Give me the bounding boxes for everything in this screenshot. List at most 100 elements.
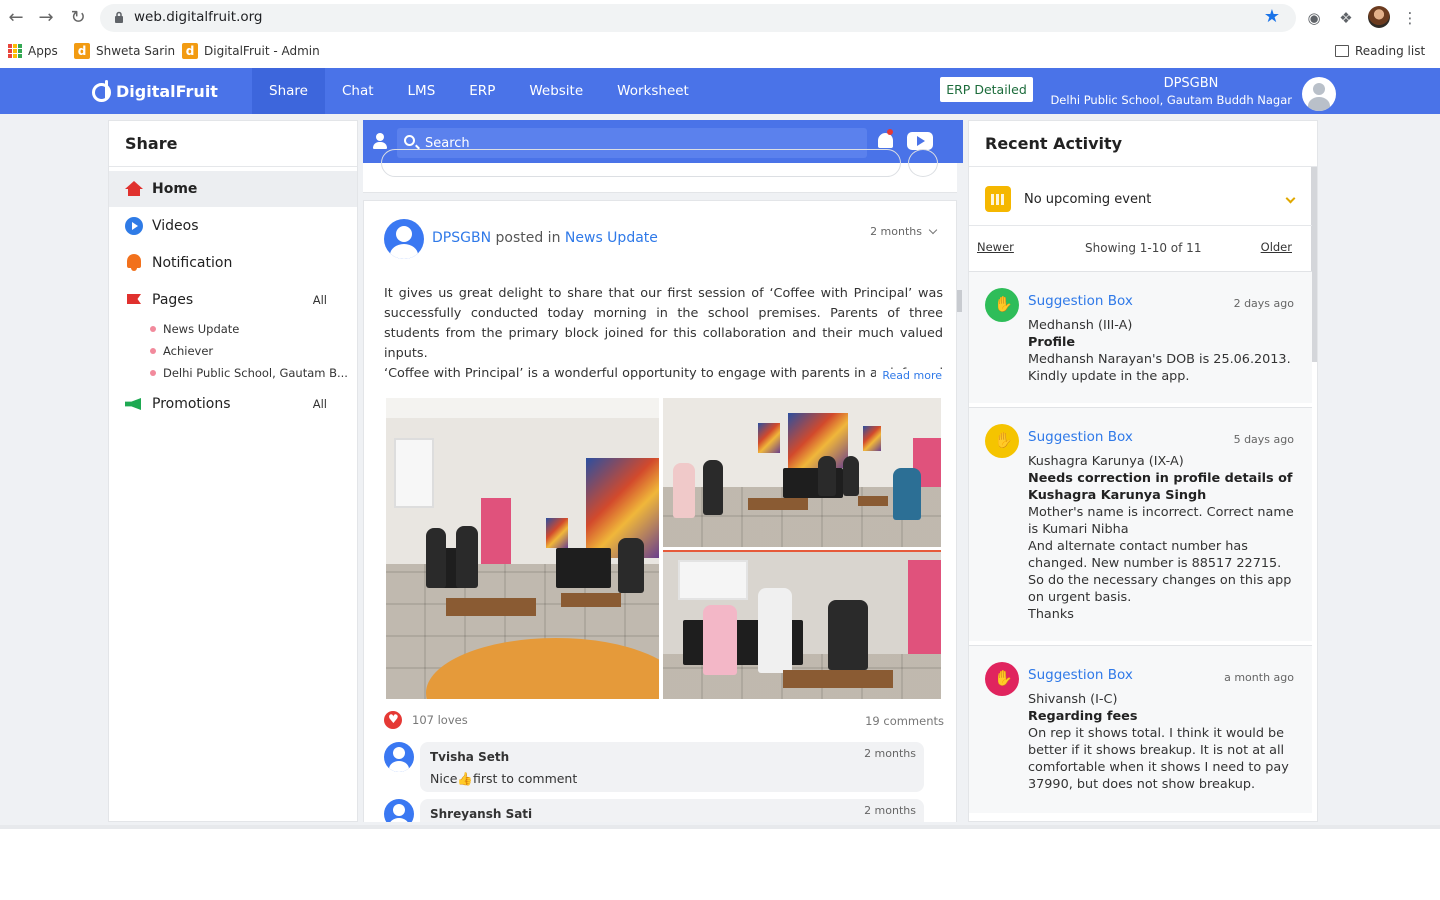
activity-message: On rep it shows total. I think it would … — [1028, 726, 1289, 792]
nav-chat[interactable]: Chat — [325, 68, 391, 114]
activity-from: Shivansh (I-C) — [1028, 692, 1118, 707]
home-icon — [125, 180, 143, 198]
bookmark-label: Apps — [28, 44, 58, 58]
nav-website[interactable]: Website — [512, 68, 600, 114]
pages-all-link[interactable]: All — [313, 293, 327, 307]
post-page-link[interactable]: News Update — [565, 230, 658, 246]
activity-subject: Profile — [1028, 335, 1076, 350]
sub-page-news-update[interactable]: News Update — [150, 318, 357, 340]
compose-box[interactable] — [363, 149, 957, 193]
activity-item[interactable]: Suggestion Box 2 days ago Medhansh (III-… — [969, 271, 1312, 403]
feed-column: Search DPSGBN posted in News Update 2 mo… — [363, 120, 963, 822]
activity-body: Kushagra Karunya (IX-A) Needs correction… — [1028, 453, 1298, 623]
upcoming-event-row[interactable]: No upcoming event — [969, 168, 1312, 226]
profile-icon[interactable] — [373, 133, 387, 149]
promotions-all-link[interactable]: All — [313, 397, 327, 411]
commenter-name[interactable]: Shreyansh Sati — [430, 807, 532, 821]
nav-worksheet[interactable]: Worksheet — [600, 68, 706, 114]
brand-logo[interactable]: DigitalFruit — [92, 78, 218, 104]
sub-page-label: Delhi Public School, Gautam B... — [163, 366, 348, 380]
post-photo[interactable] — [663, 398, 941, 547]
commenter-avatar[interactable] — [384, 742, 414, 772]
post-author[interactable]: DPSGBN — [432, 230, 491, 246]
comment-item: Shreyansh Sati 2 months — [384, 799, 924, 822]
chevron-down-icon — [928, 225, 938, 235]
post-time[interactable]: 2 months — [870, 225, 938, 238]
reading-list[interactable]: Reading list — [1335, 41, 1425, 61]
sub-page-school[interactable]: Delhi Public School, Gautam B... — [150, 362, 357, 384]
sidebar-item-label: Pages — [152, 292, 194, 308]
post-author-avatar[interactable] — [384, 219, 424, 259]
comments-count[interactable]: 19 comments — [865, 714, 944, 728]
activity-type[interactable]: Suggestion Box — [1028, 293, 1133, 309]
read-more-link[interactable]: Read more — [876, 369, 942, 382]
post-posted-in: posted in — [495, 230, 561, 246]
profile-avatar[interactable] — [1368, 6, 1390, 28]
url-text: web.digitalfruit.org — [134, 9, 263, 25]
loves-count[interactable]: 107 loves — [412, 713, 468, 727]
school-info: DPSGBN Delhi Public School, Gautam Buddh… — [1050, 76, 1292, 107]
nav-erp[interactable]: ERP — [452, 68, 512, 114]
sub-page-label: Achiever — [163, 344, 214, 358]
school-code: DPSGBN — [1163, 76, 1219, 91]
feed-scrollbar[interactable] — [957, 290, 962, 312]
calendar-icon — [985, 186, 1011, 212]
sidebar-item-promotions[interactable]: Promotions All — [109, 386, 357, 422]
menu-icon[interactable]: ⋮ — [1398, 6, 1422, 30]
sub-page-label: News Update — [163, 322, 240, 336]
chevron-down-icon[interactable] — [1285, 193, 1296, 204]
bookmark-label: DigitalFruit - Admin — [204, 44, 320, 58]
bullet-icon — [150, 370, 156, 376]
commenter-name[interactable]: Tvisha Seth — [430, 750, 509, 764]
activity-item[interactable]: Suggestion Box 5 days ago Kushagra Karun… — [969, 407, 1312, 641]
nav-lms[interactable]: LMS — [391, 68, 453, 114]
sidebar-item-videos[interactable]: Videos — [109, 208, 357, 244]
forward-icon[interactable]: → — [34, 6, 58, 30]
post-photo[interactable] — [663, 550, 941, 699]
comment-bubble: Shreyansh Sati 2 months — [420, 799, 924, 822]
bookmark-star-icon[interactable]: ★ — [1264, 6, 1280, 27]
sidebar-item-notification[interactable]: Notification — [109, 245, 357, 281]
heart-icon[interactable] — [384, 711, 402, 729]
newer-link[interactable]: Newer — [977, 240, 1014, 254]
sub-page-achiever[interactable]: Achiever — [150, 340, 357, 362]
post-stats: 107 loves 19 comments — [384, 711, 944, 729]
reading-list-label: Reading list — [1355, 44, 1426, 58]
bookmarks-bar: Apps d Shweta Sarin d DigitalFruit - Adm… — [0, 36, 1440, 68]
logo-icon — [92, 80, 111, 102]
post-time-label: 2 months — [870, 225, 922, 238]
reload-icon[interactable]: ↻ — [66, 6, 90, 30]
back-icon[interactable]: ← — [4, 6, 28, 30]
older-link[interactable]: Older — [1261, 240, 1292, 254]
bookmark-digitalfruit-admin[interactable]: d DigitalFruit - Admin — [182, 41, 320, 61]
horizontal-scrollbar[interactable] — [0, 825, 1440, 829]
bookmark-shweta-sarin[interactable]: d Shweta Sarin — [74, 41, 175, 61]
sidebar-item-home[interactable]: Home — [109, 171, 357, 207]
youtube-icon[interactable] — [907, 132, 933, 150]
address-bar[interactable]: web.digitalfruit.org ★ — [100, 4, 1296, 32]
digitalfruit-favicon: d — [182, 43, 198, 59]
activity-pager: Newer Showing 1-10 of 11 Older — [969, 236, 1312, 262]
activity-type[interactable]: Suggestion Box — [1028, 667, 1133, 683]
notification-bell-icon[interactable] — [878, 133, 893, 148]
user-avatar[interactable] — [1302, 77, 1336, 111]
camera-icon[interactable]: ◉ — [1302, 6, 1326, 30]
activity-from: Medhansh (III-A) — [1028, 318, 1133, 333]
sidebar-item-label: Promotions — [152, 396, 231, 412]
activity-message: Medhansh Narayan's DOB is 25.06.2013. Ki… — [1028, 352, 1291, 384]
post-header: DPSGBN posted in News Update — [432, 230, 658, 246]
activity-item[interactable]: Suggestion Box a month ago Shivansh (I-C… — [969, 645, 1312, 813]
activity-type[interactable]: Suggestion Box — [1028, 429, 1133, 445]
activity-from: Kushagra Karunya (IX-A) — [1028, 454, 1184, 469]
post-photo[interactable] — [386, 398, 659, 699]
hand-icon — [985, 424, 1019, 458]
sidebar-title: Share — [109, 121, 357, 167]
bookmark-apps[interactable]: Apps — [8, 41, 58, 61]
commenter-avatar[interactable] — [384, 799, 414, 822]
activity-subject: Needs correction in profile details of K… — [1028, 471, 1293, 503]
nav-share[interactable]: Share — [252, 68, 325, 114]
sidebar-item-label: Notification — [152, 255, 233, 271]
erp-detailed-button[interactable]: ERP Detailed — [940, 77, 1033, 102]
sidebar-item-pages[interactable]: Pages All — [109, 282, 357, 318]
extensions-icon[interactable]: ❖ — [1334, 6, 1358, 30]
